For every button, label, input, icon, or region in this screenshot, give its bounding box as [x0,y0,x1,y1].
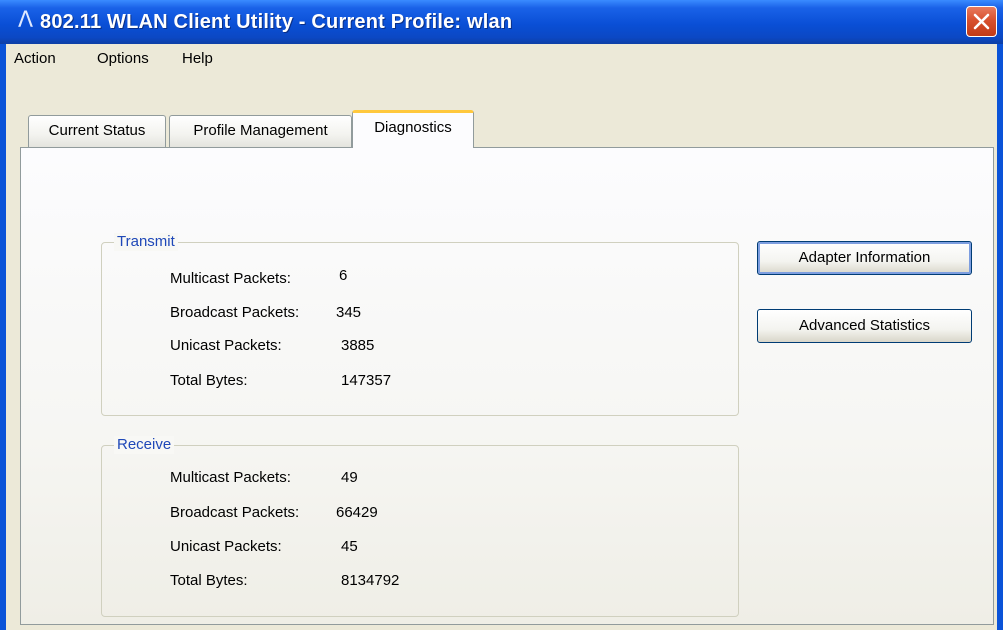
tab-diagnostics[interactable]: Diagnostics [352,110,474,148]
transmit-unicast-value: 3885 [341,337,375,354]
receive-multicast-label: Multicast Packets: [170,469,291,486]
client-area: Action Options Help Current Status Profi… [6,44,997,630]
transmit-unicast-label: Unicast Packets: [170,337,282,354]
tab-profile-management[interactable]: Profile Management [169,115,352,147]
transmit-total-bytes-label: Total Bytes: [170,372,248,389]
title-bar[interactable]: Λ 802.11 WLAN Client Utility - Current P… [0,0,1003,44]
advanced-statistics-button[interactable]: Advanced Statistics [757,309,972,343]
receive-multicast-value: 49 [341,469,358,486]
menu-bar: Action Options Help [6,44,997,74]
close-button[interactable] [966,6,997,37]
receive-group: Receive Multicast Packets: 49 Broadcast … [101,436,739,617]
antenna-icon: Λ [18,8,34,33]
transmit-total-bytes-value: 147357 [341,372,392,389]
window-title: 802.11 WLAN Client Utility - Current Pro… [40,11,513,33]
receive-title: Receive [114,436,175,454]
menu-action[interactable]: Action [14,50,56,67]
receive-unicast-value: 45 [341,538,358,555]
transmit-broadcast-label: Broadcast Packets: [170,304,300,321]
close-icon [973,13,990,30]
transmit-group: Transmit Multicast Packets: 6 Broadcast … [101,233,739,416]
tab-current-status[interactable]: Current Status [28,115,166,147]
menu-help[interactable]: Help [182,50,213,67]
receive-broadcast-label: Broadcast Packets: [170,504,300,521]
main-window: Λ 802.11 WLAN Client Utility - Current P… [0,0,1003,630]
transmit-title: Transmit [114,233,178,251]
transmit-multicast-value: 6 [339,267,348,284]
adapter-information-button[interactable]: Adapter Information [757,241,972,275]
transmit-multicast-label: Multicast Packets: [170,270,291,287]
menu-options[interactable]: Options [97,50,149,67]
receive-unicast-label: Unicast Packets: [170,538,282,555]
receive-total-bytes-label: Total Bytes: [170,572,248,589]
diagnostics-panel: Transmit Multicast Packets: 6 Broadcast … [20,147,994,625]
receive-broadcast-value: 66429 [336,504,378,521]
receive-total-bytes-value: 8134792 [341,572,400,589]
transmit-broadcast-value: 345 [336,304,362,321]
